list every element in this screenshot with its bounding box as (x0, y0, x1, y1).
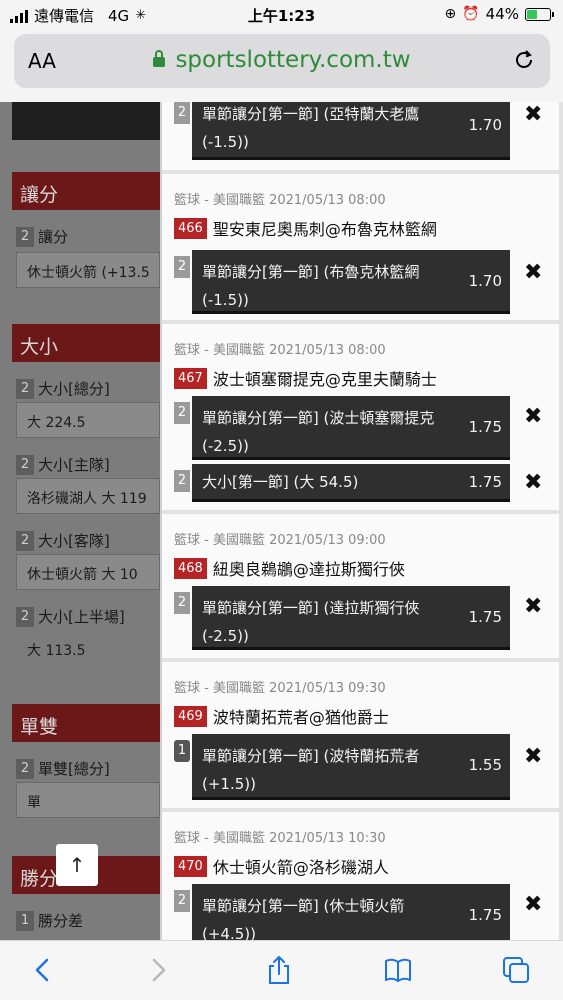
remove-bet-icon[interactable]: ✖ (524, 404, 542, 429)
bet-odds: 1.55 (468, 756, 502, 774)
battery-icon (525, 7, 554, 21)
match-code: 466 (174, 217, 207, 239)
remove-bet-icon[interactable]: ✖ (524, 470, 542, 495)
market-label: 2 單雙[總分] (16, 758, 110, 779)
bet-odds: 1.75 (468, 473, 502, 491)
market-selection[interactable]: 大 224.5 (16, 402, 160, 438)
bet-description: 單節讓分[第一節] (達拉斯獨行俠 (-2.5)) (202, 599, 420, 645)
bet-selection[interactable]: 單節讓分[第一節] (波士頓塞爾提克 (-2.5)) 1.75 (192, 396, 510, 460)
bet-count-badge: 1 (174, 740, 190, 762)
bet-card: 籃球 - 美國職籃 2021/05/13 09:30 469 波特蘭拓荒者@猶他爵… (162, 662, 559, 808)
header-bar (12, 102, 160, 140)
section-header-over-under: 大小 (12, 324, 160, 362)
background-page: 讓分 2 讓分 休士頓火箭 (+13.5 大小 2 大小[總分] 大 224.5 2… (0, 102, 160, 940)
bet-selection[interactable]: 大小[第一節] (大 54.5) 1.75 (192, 464, 510, 502)
bet-count-badge: 2 (174, 890, 190, 912)
bet-description: 單節讓分[第一節] (亞特蘭大老鷹 (-1.5)) (202, 105, 420, 151)
match-title: 466 聖安東尼奧馬刺@布魯克林籃網 (174, 216, 437, 240)
match-title: 470 休士頓火箭@洛杉磯湖人 (174, 854, 389, 878)
market-label: 2 讓分 (16, 226, 68, 247)
match-code: 469 (174, 705, 207, 727)
bet-count-badge: 2 (174, 402, 190, 424)
remove-bet-icon[interactable]: ✖ (524, 102, 542, 127)
bet-description: 大小[第一節] (大 54.5) (202, 473, 359, 491)
remove-bet-icon[interactable]: ✖ (524, 744, 542, 769)
alarm-icon: ⏰ (462, 6, 480, 22)
bet-description: 單節讓分[第一節] (波士頓塞爾提克 (-2.5)) (202, 409, 435, 455)
bet-count-badge: 2 (174, 592, 190, 614)
market-label: 1 勝分差 (16, 910, 83, 931)
bet-description: 單節讓分[第一節] (休士頓火箭 (+4.5)) (202, 897, 405, 940)
market-label: 2 大小[主隊] (16, 454, 110, 475)
market-label: 2 大小[客隊] (16, 530, 110, 551)
section-header-odd-even: 單雙 (12, 704, 160, 742)
chevron-right-icon[interactable] (143, 955, 173, 985)
scroll-to-top-button[interactable]: ↑ (56, 844, 98, 886)
arrow-up-icon: ↑ (68, 853, 86, 877)
remove-bet-icon[interactable]: ✖ (524, 892, 542, 917)
chevron-left-icon[interactable] (28, 955, 58, 985)
browser-toolbar (0, 940, 563, 1000)
bet-card: 2 單節讓分[第一節] (亞特蘭大老鷹 (-1.5)) 1.70 ✖ (162, 102, 559, 170)
browser-header: AA sportslottery.com.tw (0, 30, 563, 102)
share-icon[interactable] (264, 955, 294, 985)
bet-description: 單節讓分[第一節] (波特蘭拓荒者 (+1.5)) (202, 747, 420, 793)
orientation-lock-icon: ⊕ (444, 6, 457, 22)
bet-selection[interactable]: 單節讓分[第一節] (達拉斯獨行俠 (-2.5)) 1.75 (192, 586, 510, 650)
section-header-handicap: 讓分 (12, 172, 160, 210)
match-meta: 籃球 - 美國職籃 2021/05/13 09:30 (174, 681, 386, 696)
match-meta: 籃球 - 美國職籃 2021/05/13 08:00 (174, 193, 386, 208)
address-bar[interactable]: AA sportslottery.com.tw (14, 34, 550, 88)
bet-card: 籃球 - 美國職籃 2021/05/13 08:00 467 波士頓塞爾提克@克里… (162, 324, 559, 510)
lock-icon (153, 50, 166, 67)
match-meta: 籃球 - 美國職籃 2021/05/13 08:00 (174, 343, 386, 358)
bet-odds: 1.70 (468, 116, 502, 134)
bet-selection[interactable]: 單節讓分[第一節] (波特蘭拓荒者 (+1.5)) 1.55 (192, 734, 510, 800)
bet-selection[interactable]: 單節讓分[第一節] (亞特蘭大老鷹 (-1.5)) 1.70 (192, 102, 510, 160)
match-title: 467 波士頓塞爾提克@克里夫蘭騎士 (174, 366, 437, 390)
book-icon[interactable] (383, 955, 413, 985)
market-label: 2 大小[上半場] (16, 606, 125, 627)
bet-description: 單節讓分[第一節] (布魯克林籃網 (-1.5)) (202, 263, 420, 309)
match-meta: 籃球 - 美國職籃 2021/05/13 09:00 (174, 533, 386, 548)
bet-count-badge: 2 (174, 470, 190, 492)
bet-card: 籃球 - 美國職籃 2021/05/13 10:30 470 休士頓火箭@洛杉磯湖… (162, 812, 559, 940)
match-title: 468 紐奧良鵜鶘@達拉斯獨行俠 (174, 556, 405, 580)
reload-icon[interactable] (512, 48, 536, 72)
bet-odds: 1.75 (468, 608, 502, 626)
market-selection[interactable]: 休士頓火箭 (+13.5 (16, 252, 160, 288)
bet-selection[interactable]: 單節讓分[第一節] (休士頓火箭 (+4.5)) 1.75 (192, 884, 510, 940)
match-meta: 籃球 - 美國職籃 2021/05/13 10:30 (174, 831, 386, 846)
remove-bet-icon[interactable]: ✖ (524, 260, 542, 285)
match-code: 470 (174, 855, 207, 877)
bet-odds: 1.75 (468, 906, 502, 924)
bet-card: 籃球 - 美國職籃 2021/05/13 08:00 466 聖安東尼奧馬刺@布魯… (162, 174, 559, 320)
battery-percent: 44% (485, 5, 519, 23)
betslip-panel: 2 單節讓分[第一節] (亞特蘭大老鷹 (-1.5)) 1.70 ✖ 籃球 - … (160, 102, 563, 940)
market-label: 2 大小[總分] (16, 378, 110, 399)
remove-bet-icon[interactable]: ✖ (524, 594, 542, 619)
status-bar: 遠傳電信 4G ✳ 上午1:23 ⊕ ⏰ 44% (0, 0, 563, 30)
market-selection[interactable]: 大 113.5 (16, 630, 160, 666)
market-selection[interactable]: 休士頓火箭 大 10 (16, 554, 160, 590)
bet-selection[interactable]: 單節讓分[第一節] (布魯克林籃網 (-1.5)) 1.70 (192, 250, 510, 314)
bet-odds: 1.70 (468, 272, 502, 290)
match-code: 467 (174, 367, 207, 389)
market-selection[interactable]: 洛杉磯湖人 大 119 (16, 478, 160, 514)
bet-count-badge: 2 (174, 256, 190, 278)
bet-count-badge: 2 (174, 102, 190, 124)
match-code: 468 (174, 557, 207, 579)
bet-card: 籃球 - 美國職籃 2021/05/13 09:00 468 紐奧良鵜鶘@達拉斯獨… (162, 514, 559, 658)
bet-odds: 1.75 (468, 418, 502, 436)
market-selection[interactable]: 單 (16, 782, 160, 818)
tabs-icon[interactable] (501, 955, 531, 985)
match-title: 469 波特蘭拓荒者@猶他爵士 (174, 704, 389, 728)
url-display[interactable]: sportslottery.com.tw (14, 47, 550, 73)
